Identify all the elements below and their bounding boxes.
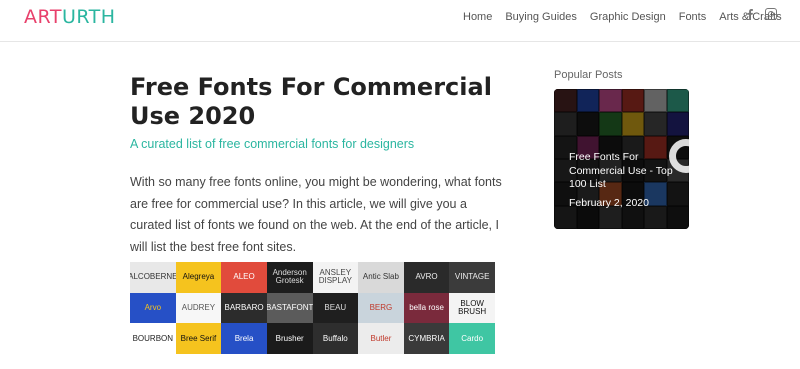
font-sample-tile: Butler [358,323,404,354]
font-sample-tile: Alegreya [175,262,222,293]
font-sample-tile: Antic Slab [358,262,404,293]
font-sample-tile: Arvo [130,292,176,324]
nav-home[interactable]: Home [463,11,492,23]
font-sample-tile: Anderson Grotesk [266,262,313,293]
font-sample-tile: Bree Serif [175,323,222,354]
article-subtitle: A curated list of free commercial fonts … [130,137,415,151]
font-sample-tile: ANSLEY DISPLAY [312,262,359,293]
article-title: Free Fonts For Commercial Use 2020 [130,73,492,130]
logo-part-urth: URTH [61,6,116,28]
font-sample-tile: BERG [358,292,404,324]
font-sample-tile: ALCOBERNE [130,262,176,293]
font-collage-image: ALCOBERNE Alegreya ALEO Anderson Grotesk ANS… [130,262,495,354]
popular-post-card[interactable]: Free Fonts For Commercial Use - Top 100 … [554,89,689,229]
font-sample-tile: bella rose [403,292,450,324]
social-links [744,8,777,20]
font-sample-tile: Buffalo [312,323,359,354]
article-intro: With so many free fonts online, you migh… [130,175,502,254]
site-header: ARTURTH Home Buying Guides Graphic Desig… [0,0,800,42]
nav-fonts[interactable]: Fonts [679,11,707,23]
font-sample-tile: ALEO [221,262,267,293]
popular-posts-heading: Popular Posts [554,69,623,81]
font-sample-tile: BLOW BRUSH [449,292,495,324]
font-sample-tile: Brusher [266,323,313,354]
facebook-icon[interactable] [744,8,756,20]
font-sample-tile: Brela [221,323,267,354]
font-sample-tile: BOURBON [130,323,176,354]
font-sample-tile: VINTAGE [449,262,495,293]
instagram-icon[interactable] [765,8,777,20]
font-sample-tile: BARBARO [221,292,267,324]
nav-graphic-design[interactable]: Graphic Design [590,11,666,23]
site-logo[interactable]: ARTURTH [24,6,116,28]
logo-part-art: ART [24,6,62,28]
font-sample-tile: AVRO [403,262,450,293]
nav-buying-guides[interactable]: Buying Guides [505,11,577,23]
popular-post-date: February 2, 2020 [569,197,649,209]
popular-post-title[interactable]: Free Fonts For Commercial Use - Top 100 … [569,151,684,192]
font-sample-tile: BASTAFONT [266,292,313,324]
font-sample-tile: Cardo [449,323,495,354]
font-sample-tile: AUDREY [175,292,222,324]
font-sample-tile: BEAU [312,292,359,324]
font-sample-tile: CYMBRIA [403,323,450,354]
